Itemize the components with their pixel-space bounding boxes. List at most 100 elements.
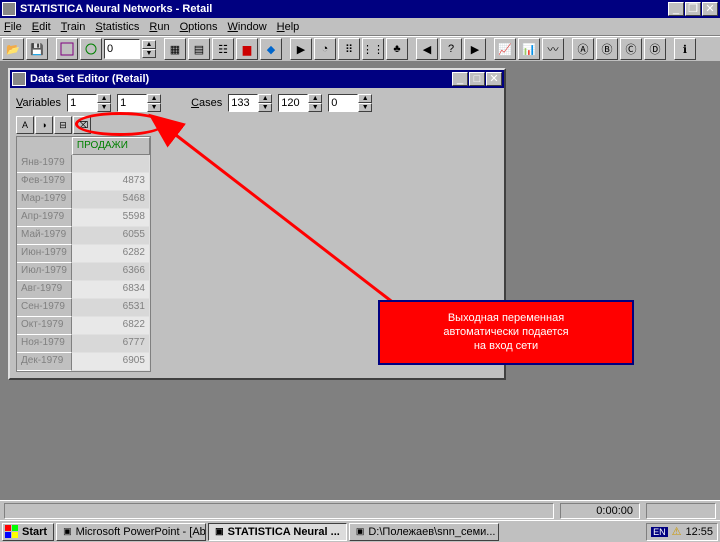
tool-net1-icon[interactable] — [56, 38, 78, 60]
menu-options[interactable]: Options — [180, 21, 218, 33]
grid-tool-tag-icon[interactable]: ◑ — [35, 116, 53, 134]
data-cell[interactable]: 6282 — [72, 245, 150, 263]
cases-label: Cases — [191, 97, 222, 109]
tool-c-icon[interactable]: Ⓒ — [620, 38, 642, 60]
row-header[interactable]: Сен-1979 — [17, 299, 72, 317]
case-a-down[interactable]: ▼ — [258, 103, 272, 112]
tool-pie-icon[interactable]: ◔ — [314, 38, 336, 60]
tool-d-icon[interactable]: Ⓓ — [644, 38, 666, 60]
status-progress — [646, 503, 716, 519]
tool-a-icon[interactable]: Ⓐ — [572, 38, 594, 60]
case-c-down[interactable]: ▼ — [358, 103, 372, 112]
row-header[interactable]: Апр-1979 — [17, 209, 72, 227]
row-header[interactable]: Мар-1979 — [17, 191, 72, 209]
tool-back-icon[interactable]: ◀ — [416, 38, 438, 60]
row-header[interactable]: Янв-1979 — [17, 155, 72, 173]
case-c-up[interactable]: ▲ — [358, 94, 372, 103]
child-maximize-button[interactable]: □ — [469, 72, 485, 86]
data-grid[interactable]: Янв-1979Фев-1979Мар-1979Апр-1979Май-1979… — [16, 136, 151, 372]
case-a-up[interactable]: ▲ — [258, 94, 272, 103]
menu-file[interactable]: File — [4, 21, 22, 33]
maximize-button[interactable]: ❐ — [685, 2, 701, 16]
grid-tool-lock-icon[interactable]: ⊟ — [54, 116, 72, 134]
system-tray[interactable]: EN ⚠ 12:55 — [646, 523, 718, 541]
tool-wave-icon[interactable]: 〰 — [542, 38, 564, 60]
data-cell[interactable]: 6777 — [72, 335, 150, 353]
zoom-up-button[interactable]: ▲ — [142, 40, 156, 49]
child-close-button[interactable]: ✕ — [486, 72, 502, 86]
child-window-icon — [12, 72, 26, 86]
var-b-down[interactable]: ▼ — [147, 103, 161, 112]
case-b-down[interactable]: ▼ — [308, 103, 322, 112]
tool-b-icon[interactable]: Ⓑ — [596, 38, 618, 60]
variables-label: Variables — [16, 97, 61, 109]
start-button[interactable]: Start — [2, 523, 54, 541]
grid-tool-clear-icon[interactable]: ⌫ — [73, 116, 91, 134]
tray-alert-icon[interactable]: ⚠ — [672, 525, 682, 538]
tool-open-icon[interactable]: 📂 — [2, 38, 24, 60]
row-header[interactable]: Окт-1979 — [17, 317, 72, 335]
tool-forward-icon[interactable]: ▶ — [464, 38, 486, 60]
data-cell[interactable]: 6366 — [72, 263, 150, 281]
var-b-up[interactable]: ▲ — [147, 94, 161, 103]
data-cell[interactable]: 6905 — [72, 353, 150, 371]
menu-edit[interactable]: Edit — [32, 21, 51, 33]
tool-tree-icon[interactable]: ♣ — [386, 38, 408, 60]
tool-table-icon[interactable]: ▤ — [188, 38, 210, 60]
row-header[interactable]: Фев-1979 — [17, 173, 72, 191]
row-header[interactable]: Июл-1979 — [17, 263, 72, 281]
data-cell[interactable]: 6531 — [72, 299, 150, 317]
zoom-down-button[interactable]: ▼ — [142, 49, 156, 58]
tool-save-icon[interactable]: 💾 — [26, 38, 48, 60]
variables-a-input[interactable] — [67, 94, 97, 112]
toolbar-zoom-field[interactable]: 0 — [104, 39, 140, 59]
taskbar-task[interactable]: ▣STATISTICA Neural ... — [208, 523, 347, 541]
tray-language-indicator[interactable]: EN — [651, 527, 668, 537]
row-header[interactable]: Июн-1979 — [17, 245, 72, 263]
tool-cluster-icon[interactable]: ⋮⋮ — [362, 38, 384, 60]
taskbar-task[interactable]: ▣D:\Полежаев\snn_семи... — [349, 523, 499, 541]
tool-line-chart-icon[interactable]: 📈 — [494, 38, 516, 60]
tool-grid-icon[interactable]: ▦ — [164, 38, 186, 60]
column-header[interactable]: ПРОДАЖИ — [72, 137, 150, 155]
cases-c-input[interactable] — [328, 94, 358, 112]
tool-help-icon[interactable]: ? — [440, 38, 462, 60]
row-header[interactable]: Дек-1979 — [17, 353, 72, 371]
var-a-up[interactable]: ▲ — [97, 94, 111, 103]
tool-bar-chart-icon[interactable]: 📊 — [518, 38, 540, 60]
tool-chart2-icon[interactable]: ◆ — [260, 38, 282, 60]
tool-scatter-icon[interactable]: ⠿ — [338, 38, 360, 60]
row-header[interactable]: Авг-1979 — [17, 281, 72, 299]
tool-run-icon[interactable]: ▶ — [290, 38, 312, 60]
tool-columns-icon[interactable]: ☷ — [212, 38, 234, 60]
close-button[interactable]: ✕ — [702, 2, 718, 16]
menu-train[interactable]: Train — [61, 21, 86, 33]
cases-a-input[interactable] — [228, 94, 258, 112]
menu-help[interactable]: Help — [277, 21, 300, 33]
data-cell[interactable]: 6834 — [72, 281, 150, 299]
taskbar-task[interactable]: ▣Microsoft PowerPoint - [Ab... — [56, 523, 206, 541]
menu-run[interactable]: Run — [149, 21, 169, 33]
tool-chart1-icon[interactable]: ▆ — [236, 38, 258, 60]
case-b-up[interactable]: ▲ — [308, 94, 322, 103]
menu-statistics[interactable]: Statistics — [95, 21, 139, 33]
tool-net2-icon[interactable] — [80, 38, 102, 60]
data-cell[interactable]: 4873 — [72, 173, 150, 191]
cases-b-input[interactable] — [278, 94, 308, 112]
variables-b-input[interactable] — [117, 94, 147, 112]
row-header[interactable]: Май-1979 — [17, 227, 72, 245]
grid-tool-a-icon[interactable]: A — [16, 116, 34, 134]
row-header[interactable]: Ноя-1979 — [17, 335, 72, 353]
minimize-button[interactable]: _ — [668, 2, 684, 16]
app-icon — [2, 2, 16, 16]
start-label: Start — [22, 526, 47, 538]
data-cell[interactable] — [72, 155, 150, 173]
tool-context-help-icon[interactable]: ℹ — [674, 38, 696, 60]
data-cell[interactable]: 5598 — [72, 209, 150, 227]
menu-window[interactable]: Window — [228, 21, 267, 33]
var-a-down[interactable]: ▼ — [97, 103, 111, 112]
data-cell[interactable]: 6055 — [72, 227, 150, 245]
data-cell[interactable]: 5468 — [72, 191, 150, 209]
data-cell[interactable]: 6822 — [72, 317, 150, 335]
child-minimize-button[interactable]: _ — [452, 72, 468, 86]
